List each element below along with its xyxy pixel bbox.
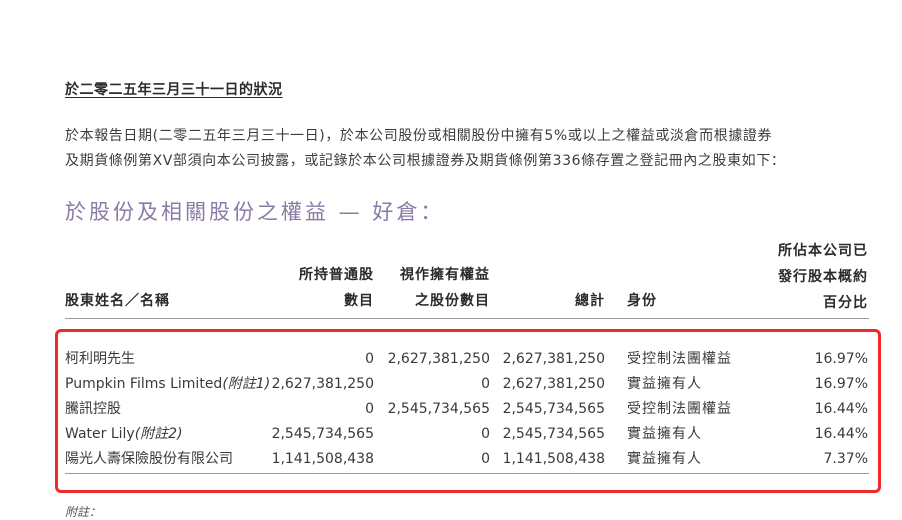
table-header: 股東姓名／名稱 所持普通股 數目 視作擁有權益 之股份數目 總計 身份 所佔本公… xyxy=(0,238,902,318)
header-percentage: 所佔本公司已 發行股本概約 百分比 xyxy=(778,238,868,316)
header-total: 總計 xyxy=(575,293,605,309)
cell-percentage: 16.44% xyxy=(814,401,868,417)
cell-shares: 0 xyxy=(365,401,374,417)
header-pct-line-3: 百分比 xyxy=(823,295,868,311)
intro-paragraph: 於本報告日期(二零二五年三月三十一日)，於本公司股份或相關股份中擁有5%或以上之… xyxy=(65,124,885,174)
intro-line-2: 及期貨條例第XV部須向本公司披露，或記錄於本公司根據證券及期貨條例第336條存置… xyxy=(65,153,786,169)
cell-total: 1,141,508,438 xyxy=(502,451,605,467)
header-shares-line-1: 所持普通股 xyxy=(299,267,374,283)
cell-capacity: 實益擁有人 xyxy=(627,426,702,442)
footnote-label: 附註： xyxy=(65,505,102,519)
cell-name: Pumpkin Films Limited(附註1) xyxy=(65,376,271,392)
intro-line-1: 於本報告日期(二零二五年三月三十一日)，於本公司股份或相關股份中擁有5%或以上之… xyxy=(65,128,773,144)
note-reference: (附註1) xyxy=(222,376,271,392)
table-row: 柯利明先生 0 2,627,381,250 2,627,381,250 受控制法… xyxy=(0,348,902,373)
header-capacity: 身份 xyxy=(627,293,657,309)
table-row: Water Lily(附註2) 2,545,734,565 0 2,545,73… xyxy=(0,423,902,448)
cell-shares: 1,141,508,438 xyxy=(271,451,374,467)
table-row: Pumpkin Films Limited(附註1) 2,627,381,250… xyxy=(0,373,902,398)
cell-name: 陽光人壽保險股份有限公司 xyxy=(65,451,233,467)
cell-deemed: 0 xyxy=(481,426,490,442)
cell-shares: 2,627,381,250 xyxy=(271,376,374,392)
cell-total: 2,545,734,565 xyxy=(502,401,605,417)
section-heading: 於二零二五年三月三十一日的狀況 xyxy=(65,82,283,98)
cell-deemed: 0 xyxy=(481,451,490,467)
cell-shares: 2,545,734,565 xyxy=(271,426,374,442)
cell-percentage: 16.97% xyxy=(814,351,868,367)
header-divider xyxy=(65,318,869,319)
cell-total: 2,627,381,250 xyxy=(502,351,605,367)
cell-capacity: 受控制法團權益 xyxy=(627,401,732,417)
header-pct-line-2: 發行股本概約 xyxy=(778,269,868,285)
cell-percentage: 16.44% xyxy=(814,426,868,442)
header-shares-line-2: 數目 xyxy=(344,293,374,309)
cell-capacity: 實益擁有人 xyxy=(627,376,702,392)
cell-total: 2,545,734,565 xyxy=(502,426,605,442)
cell-capacity: 受控制法團權益 xyxy=(627,351,732,367)
cell-name: 騰訊控股 xyxy=(65,401,121,417)
header-deemed: 視作擁有權益 之股份數目 xyxy=(400,262,490,314)
table-subtitle: 於股份及相關股份之權益 — 好倉： xyxy=(65,200,445,224)
cell-capacity: 實益擁有人 xyxy=(627,451,702,467)
table-bottom-divider xyxy=(65,473,869,474)
table-body: 柯利明先生 0 2,627,381,250 2,627,381,250 受控制法… xyxy=(0,348,902,473)
header-shares: 所持普通股 數目 xyxy=(299,262,374,314)
note-reference: (附註2) xyxy=(134,426,183,442)
table-row: 陽光人壽保險股份有限公司 1,141,508,438 0 1,141,508,4… xyxy=(0,448,902,473)
cell-deemed: 2,545,734,565 xyxy=(387,401,490,417)
cell-total: 2,627,381,250 xyxy=(502,376,605,392)
header-name: 股東姓名／名稱 xyxy=(65,293,170,309)
cell-deemed: 2,627,381,250 xyxy=(387,351,490,367)
cell-deemed: 0 xyxy=(481,376,490,392)
header-deemed-line-1: 視作擁有權益 xyxy=(400,267,490,283)
table-row: 騰訊控股 0 2,545,734,565 2,545,734,565 受控制法團… xyxy=(0,398,902,423)
cell-name: Water Lily(附註2) xyxy=(65,426,183,442)
cell-name: 柯利明先生 xyxy=(65,351,135,367)
header-deemed-line-2: 之股份數目 xyxy=(415,293,490,309)
cell-percentage: 7.37% xyxy=(823,451,868,467)
cell-percentage: 16.97% xyxy=(814,376,868,392)
header-pct-line-1: 所佔本公司已 xyxy=(778,243,868,259)
cell-shares: 0 xyxy=(365,351,374,367)
